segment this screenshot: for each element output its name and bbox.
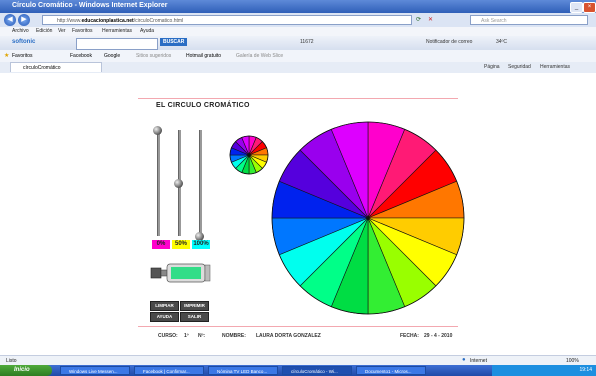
weather-temperature[interactable]: 34ºC (496, 39, 507, 45)
url-path: /circuloCromatico.html (133, 18, 184, 24)
task-nomina[interactable]: Nómina TV LED Banco... (208, 366, 278, 375)
refresh-icon[interactable]: ⟳ (416, 16, 421, 23)
close-button[interactable]: × (583, 2, 596, 13)
menu-ayuda[interactable]: Ayuda (140, 28, 154, 34)
limpiar-button[interactable]: LIMPIAR (150, 301, 179, 311)
minimize-button[interactable]: _ (570, 2, 583, 13)
menu-herramientas[interactable]: Herramientas (102, 28, 132, 34)
color-wheel[interactable] (268, 120, 468, 320)
bottom-divider (138, 326, 458, 327)
task-documento[interactable]: Documento1 - Micros... (356, 366, 426, 375)
magenta-slider-knob[interactable] (153, 126, 162, 135)
magenta-percent: 0% (152, 240, 170, 249)
status-text: Listo (6, 358, 17, 364)
fav-hotmail[interactable]: Hotmail gratuito (186, 53, 221, 59)
num-label: Nº: (198, 333, 206, 339)
stop-icon[interactable]: ✕ (428, 16, 433, 23)
nombre-label: NOMBRE: (222, 333, 246, 339)
softonic-logo: softonic (12, 39, 36, 45)
curso-label: CURSO: (158, 333, 178, 339)
zoom-level[interactable]: 100% (566, 358, 579, 364)
window-title: Círculo Cromático - Windows Internet Exp… (12, 2, 168, 9)
small-color-wheel (229, 135, 269, 175)
clock: 19:14 (579, 367, 592, 373)
cyan-percent: 100% (192, 240, 210, 249)
forward-button[interactable]: ▶ (18, 14, 30, 26)
task-circulo[interactable]: círculoCromático - Wi... (282, 366, 352, 375)
url-prefix: http://www. (57, 18, 82, 24)
softonic-toolbar: softonic BUSCAR 11672 Notificador de cor… (0, 36, 596, 50)
fav-google[interactable]: Google (104, 53, 120, 59)
back-button[interactable]: ◀ (4, 14, 16, 26)
page-title: EL CIRCULO CROMÁTICO (156, 102, 250, 109)
fav-galeria[interactable]: Galería de Web Slice (236, 53, 283, 59)
menu-edicion[interactable]: Edición (36, 28, 52, 34)
url-field[interactable]: http://www.educacionplastica.net/circulo… (42, 15, 412, 25)
cyan-slider-track[interactable] (199, 130, 202, 236)
menu-herramientas-tab[interactable]: Herramientas (540, 64, 570, 70)
notificador-button[interactable]: Notificador de correo (426, 39, 472, 45)
tab-circulo[interactable]: círculoCromático (10, 62, 102, 72)
globe-icon: ● (462, 357, 466, 363)
fav-sitios[interactable]: Sitios sugeridos (136, 53, 171, 59)
taskbar: Inicio Windows Live Messen... Facebook |… (0, 365, 596, 376)
status-zone: Internet (470, 358, 487, 364)
top-divider (138, 98, 458, 99)
address-bar: ◀ ▶ http://www.educacionplastica.net/cir… (0, 13, 596, 27)
url-domain: educacionplastica.net (81, 18, 134, 24)
curso-value: 1º (184, 333, 189, 339)
yellow-percent: 50% (172, 240, 190, 249)
task-messenger[interactable]: Windows Live Messen... (60, 366, 130, 375)
fecha-value: 29 - 4 - 2010 (424, 333, 453, 339)
system-tray: 19:14 (492, 365, 596, 376)
menu-pagina[interactable]: Página (484, 64, 500, 70)
nombre-value: LAURA DORTA GONZALEZ (256, 333, 321, 339)
menu-seguridad[interactable]: Seguridad (508, 64, 531, 70)
star-icon: ★ (4, 53, 10, 59)
buscar-button[interactable]: BUSCAR (160, 38, 188, 46)
menu-ver[interactable]: Ver (58, 28, 66, 34)
fav-facebook[interactable]: Facebook (70, 53, 92, 59)
window-titlebar: Círculo Cromático - Windows Internet Exp… (0, 0, 596, 13)
task-facebook[interactable]: Facebook | Confirmar... (134, 366, 204, 375)
count-label[interactable]: 11672 (300, 39, 314, 45)
magenta-slider-track[interactable] (157, 130, 160, 236)
menu-archivo[interactable]: Archivo (12, 28, 29, 34)
menu-bar: Archivo Edición Ver Favoritos Herramient… (0, 27, 596, 36)
menu-favoritos[interactable]: Favoritos (72, 28, 93, 34)
yellow-slider-knob[interactable] (174, 179, 183, 188)
ayuda-button[interactable]: AYUDA (150, 312, 179, 322)
softonic-search-input[interactable] (76, 38, 158, 50)
search-input[interactable]: Ask Search (470, 15, 588, 25)
start-button[interactable]: Inicio (0, 365, 52, 376)
fecha-label: FECHA: (400, 333, 419, 339)
salir-button[interactable]: SALIR (180, 312, 209, 322)
favorites-button[interactable]: Favoritos (12, 53, 33, 59)
imprimir-button[interactable]: IMPRIMIR (180, 301, 209, 311)
paint-tube-icon (150, 263, 211, 283)
